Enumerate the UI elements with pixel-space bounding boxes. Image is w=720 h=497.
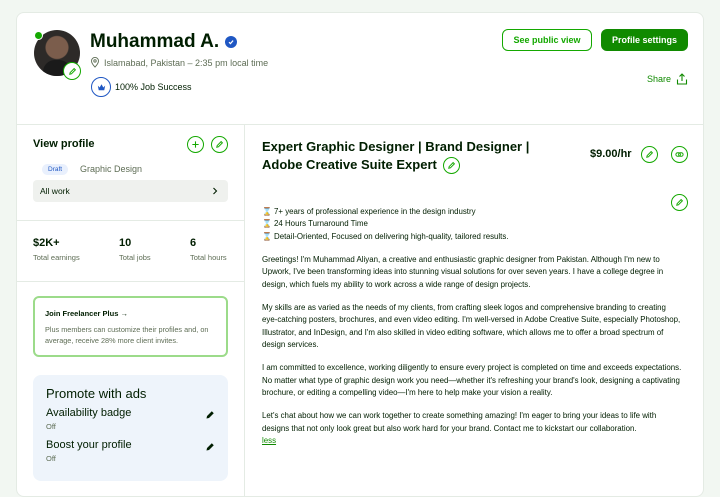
name-row: Muhammad A. — [90, 31, 238, 53]
overview-paragraph: Greetings! I'm Muhammad Aliyan, a creati… — [262, 254, 664, 289]
job-success-text: 100% Job Success — [115, 82, 192, 92]
edit-profile-icon[interactable] — [211, 136, 228, 153]
availability-badge-status: Off — [46, 422, 56, 431]
boost-profile-label: Boost your profile — [46, 439, 132, 451]
verified-icon — [225, 36, 238, 48]
freelancer-plus-card[interactable]: Join Freelancer Plus → Plus members can … — [33, 296, 228, 357]
view-profile-heading: View profile — [33, 138, 95, 150]
edit-availability-icon[interactable] — [205, 410, 215, 420]
see-public-view-button[interactable]: See public view — [502, 29, 592, 51]
profile-title: Expert Graphic Designer | Brand Designer… — [262, 138, 572, 175]
overview-text: ⌛ 7+ years of professional experience in… — [262, 206, 682, 448]
stat-value: $2K+ — [33, 237, 60, 249]
draft-badge: Draft — [42, 164, 69, 175]
stat-jobs: 10 Total jobs — [119, 237, 151, 262]
edit-photo-icon[interactable] — [63, 62, 81, 80]
specialization-label[interactable]: Graphic Design — [80, 164, 142, 174]
profile-settings-button[interactable]: Profile settings — [601, 29, 688, 51]
stat-label: Total hours — [190, 253, 227, 262]
freelancer-plus-description: Plus members can customize their profile… — [45, 325, 209, 346]
job-success-row: 100% Job Success — [91, 77, 192, 97]
location-text: Islamabad, Pakistan – 2:35 pm local time — [104, 57, 269, 68]
sidebar-divider — [17, 220, 244, 221]
hourly-rate: $9.00/hr — [590, 148, 632, 160]
overview-paragraph: My skills are as varied as the needs of … — [262, 302, 681, 350]
highlight-item: ⌛ Detail-Oriented, Focused on delivering… — [262, 231, 509, 241]
stat-earnings: $2K+ Total earnings — [33, 237, 80, 262]
highlights-list: ⌛ 7+ years of professional experience in… — [262, 206, 682, 243]
job-success-badge-icon — [91, 77, 111, 97]
profile-card: Muhammad A. Islamabad, Pakistan – 2:35 p… — [16, 12, 704, 497]
online-status-dot — [34, 31, 43, 40]
boost-profile-row: Boost your profile Off — [46, 439, 215, 463]
profile-title-text: Expert Graphic Designer | Brand Designer… — [262, 139, 530, 173]
location-pin-icon — [91, 57, 99, 68]
stat-hours: 6 Total hours — [190, 237, 227, 262]
edit-boost-icon[interactable] — [205, 442, 215, 452]
boost-profile-status: Off — [46, 454, 56, 463]
edit-rate-icon[interactable] — [641, 146, 658, 163]
stat-label: Total earnings — [33, 253, 80, 262]
link-icon[interactable] — [671, 146, 688, 163]
overview-paragraph: Let's chat about how we can work togethe… — [262, 411, 657, 433]
share-icon — [676, 73, 688, 85]
highlight-item: ⌛ 7+ years of professional experience in… — [262, 207, 476, 216]
stat-label: Total jobs — [119, 253, 151, 262]
edit-title-icon[interactable] — [443, 157, 461, 175]
availability-badge-row: Availability badge Off — [46, 407, 215, 431]
chevron-right-icon — [213, 187, 218, 195]
location-row: Islamabad, Pakistan – 2:35 pm local time — [90, 57, 268, 68]
all-work-label: All work — [40, 186, 70, 196]
share-button[interactable]: Share — [647, 73, 688, 85]
add-profile-icon[interactable] — [187, 136, 204, 153]
all-work-item[interactable]: All work — [33, 180, 228, 202]
header-divider — [17, 124, 703, 125]
stat-value: 10 — [119, 237, 132, 249]
promote-title: Promote with ads — [46, 386, 147, 401]
less-link[interactable]: less — [262, 436, 276, 445]
sidebar-divider — [17, 281, 244, 282]
highlight-item: ⌛ 24 Hours Turnaround Time — [262, 219, 368, 229]
overview-paragraph: I am committed to excellence, working di… — [262, 363, 682, 398]
avatar-container — [34, 30, 81, 80]
column-divider — [244, 125, 245, 497]
share-label: Share — [647, 74, 672, 84]
freelancer-plus-title[interactable]: Join Freelancer Plus → — [45, 309, 216, 318]
promote-ads-panel: Promote with ads Availability badge Off … — [33, 375, 228, 481]
stat-value: 6 — [190, 237, 197, 249]
freelancer-name: Muhammad A. — [90, 31, 220, 52]
availability-badge-label: Availability badge — [46, 407, 132, 419]
